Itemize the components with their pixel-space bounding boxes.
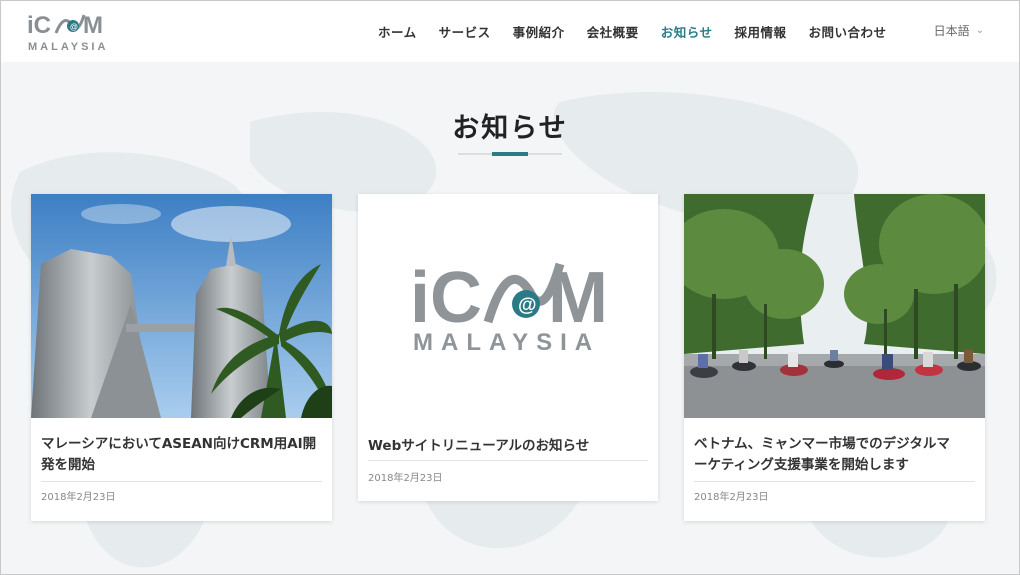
card-title-line: 発を開始 (41, 457, 95, 473)
card-date: 2018年2月23日 (368, 473, 443, 484)
vietnam-street-motorbikes-photo (684, 194, 985, 418)
svg-text:MALAYSIA: MALAYSIA (28, 41, 108, 53)
nav-services[interactable]: サービス (439, 22, 491, 41)
nav-case-studies[interactable]: 事例紹介 (513, 22, 565, 41)
card-divider (368, 460, 648, 461)
news-card[interactable]: ベトナム、ミャンマー市場でのデジタルマ ーケティング支援事業を開始します 201… (684, 194, 985, 521)
news-card[interactable]: iC @ M MALAYSIA Webサイトリニューアルのお知らせ 2018年2… (358, 194, 658, 501)
svg-text:iC: iC (27, 12, 51, 39)
main-nav: ホーム サービス 事例紹介 会社概要 お知らせ 採用情報 お問い合わせ (378, 0, 908, 62)
card-date: 2018年2月23日 (694, 492, 769, 503)
language-selector[interactable]: 日本語 ⌄ (934, 22, 984, 39)
icam-malaysia-logo[interactable]: iC @ M MALAYSIA (26, 9, 122, 53)
card-divider (41, 481, 322, 482)
card-title-line: マレーシアにおいてASEAN向けCRM用AI開 (41, 436, 317, 452)
card-date: 2018年2月23日 (41, 492, 116, 503)
card-title-line: ベトナム、ミャンマー市場でのデジタルマ (694, 436, 950, 452)
card-title-line: ーケティング支援事業を開始します (694, 457, 909, 473)
site-header: iC @ M MALAYSIA ホーム サービス 事例紹介 会社概要 お知らせ … (0, 0, 1020, 62)
nav-contact[interactable]: お問い合わせ (808, 22, 886, 41)
nav-home[interactable]: ホーム (378, 22, 417, 41)
icam-malaysia-logo: iC @ M MALAYSIA (358, 194, 658, 418)
news-card[interactable]: マレーシアにおいてASEAN向けCRM用AI開 発を開始 2018年2月23日 (31, 194, 332, 521)
svg-text:MALAYSIA: MALAYSIA (413, 329, 600, 356)
title-accent-bar (492, 152, 528, 156)
nav-news[interactable]: お知らせ (661, 22, 713, 41)
svg-text:iC: iC (410, 258, 482, 338)
svg-text:M: M (548, 258, 608, 338)
card-divider (694, 481, 975, 482)
chevron-down-icon: ⌄ (975, 25, 984, 36)
language-label: 日本語 (933, 24, 970, 38)
petronas-towers-photo (31, 194, 332, 418)
page-title: お知らせ (452, 113, 568, 144)
svg-text:M: M (83, 12, 103, 39)
svg-text:@: @ (518, 295, 537, 316)
nav-careers[interactable]: 採用情報 (734, 22, 786, 41)
nav-company[interactable]: 会社概要 (587, 22, 639, 41)
card-title-line: Webサイトリニューアルのお知らせ (368, 438, 590, 454)
svg-text:@: @ (70, 23, 78, 32)
